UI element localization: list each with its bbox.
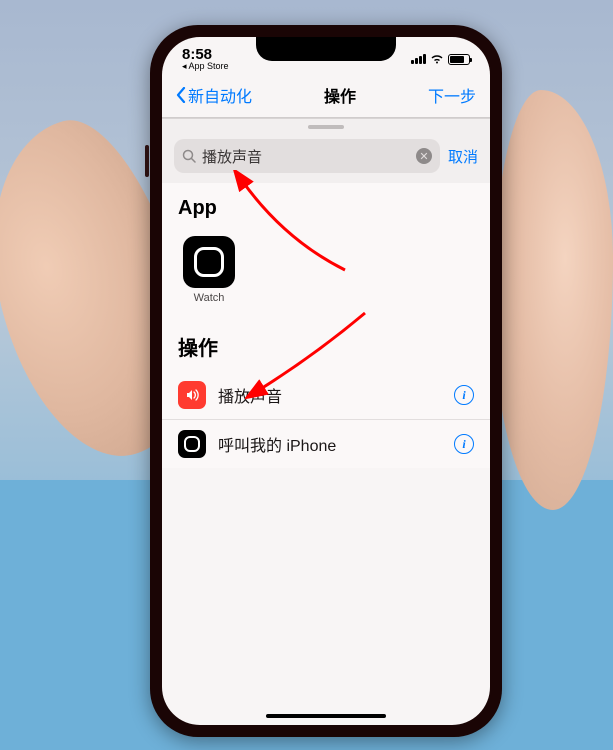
search-field[interactable]: ✕	[174, 139, 440, 173]
section-title-app: App	[162, 183, 490, 230]
home-indicator[interactable]	[266, 714, 386, 718]
back-label: 新自动化	[188, 83, 252, 107]
speaker-icon	[178, 381, 206, 409]
info-button[interactable]: i	[454, 434, 474, 454]
wifi-icon	[430, 54, 444, 65]
watch-icon	[178, 430, 206, 458]
action-ping-iphone[interactable]: 呼叫我的 iPhone i	[162, 420, 490, 468]
signal-icon	[411, 54, 426, 64]
app-label: Watch	[194, 292, 225, 304]
status-breadcrumb[interactable]: ◂ App Store	[182, 62, 229, 71]
action-label: 播放声音	[218, 383, 442, 407]
action-label: 呼叫我的 iPhone	[218, 432, 442, 456]
chevron-left-icon	[176, 87, 186, 103]
phone-frame: 8:58 ◂ App Store 新自动化 操作 下一步	[150, 25, 502, 737]
phone-screen: 8:58 ◂ App Store 新自动化 操作 下一步	[162, 37, 490, 725]
next-button[interactable]: 下一步	[428, 83, 476, 107]
back-button[interactable]: 新自动化	[176, 83, 252, 107]
clear-search-button[interactable]: ✕	[416, 148, 432, 164]
sheet-grabber[interactable]	[308, 125, 344, 129]
notch	[256, 37, 396, 61]
status-time: 8:58	[182, 47, 229, 62]
results-content: App Watch 操作 播放声音 i 呼叫我的 iPhone	[162, 183, 490, 468]
hand-fingers	[493, 90, 613, 510]
app-watch[interactable]: Watch	[178, 236, 240, 304]
info-button[interactable]: i	[454, 385, 474, 405]
search-icon	[182, 149, 196, 163]
nav-title: 操作	[324, 83, 356, 107]
watch-app-icon	[183, 236, 235, 288]
search-input[interactable]	[202, 148, 410, 165]
section-title-actions: 操作	[162, 318, 490, 371]
sheet-header: ✕ 取消	[162, 118, 490, 183]
cancel-button[interactable]: 取消	[448, 146, 478, 167]
action-play-sound[interactable]: 播放声音 i	[162, 371, 490, 420]
status-icons	[411, 54, 470, 65]
battery-icon	[448, 54, 470, 65]
nav-bar: 新自动化 操作 下一步	[162, 77, 490, 118]
